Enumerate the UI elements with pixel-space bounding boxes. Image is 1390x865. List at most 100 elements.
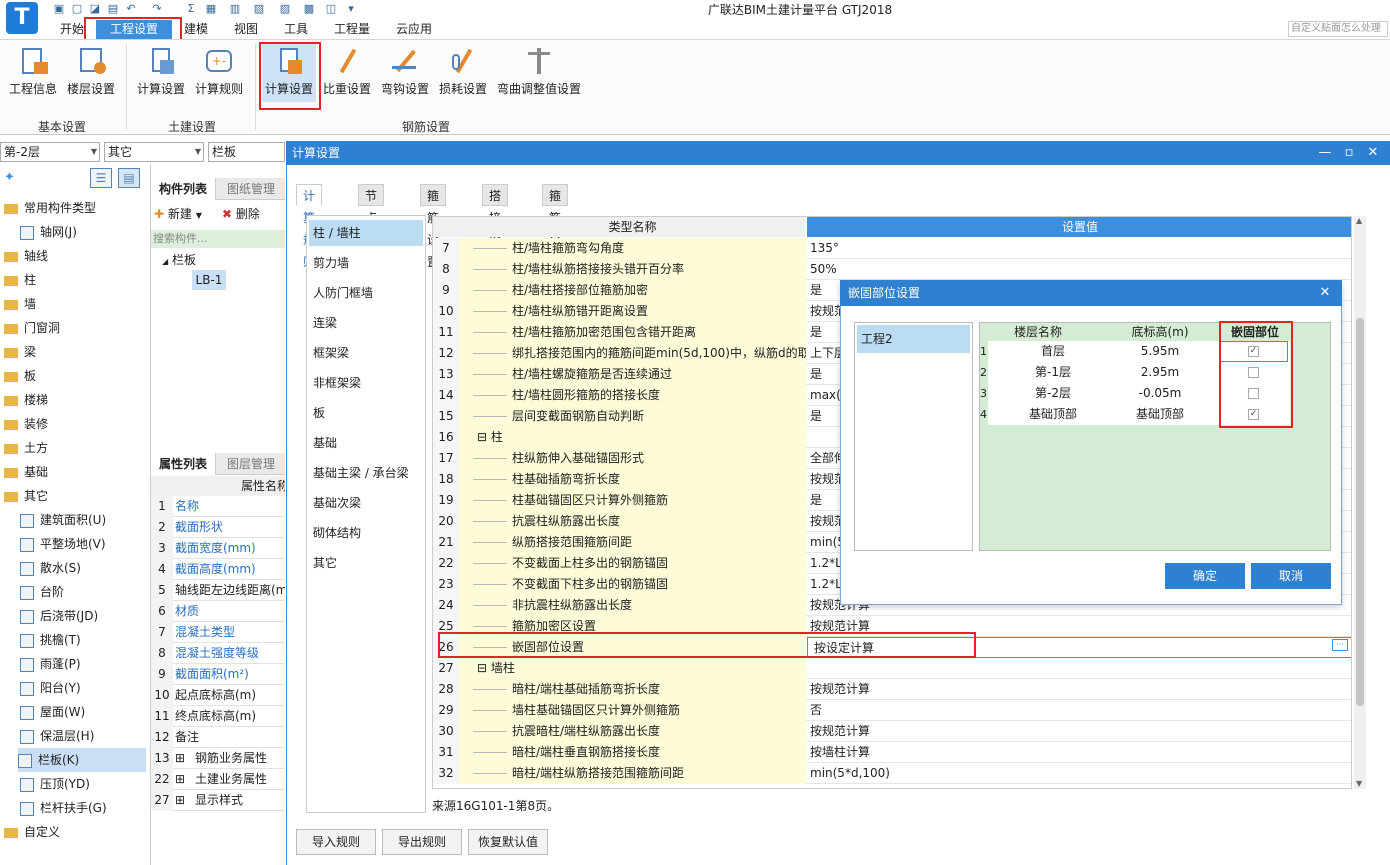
- expand-icon[interactable]: ⊞: [175, 748, 185, 769]
- view-icon[interactable]: ▧: [252, 2, 266, 16]
- tab-modeling[interactable]: 建模: [182, 20, 210, 39]
- delete-button[interactable]: ✖ 删除: [222, 205, 260, 223]
- tree-item-stair[interactable]: 楼梯: [4, 388, 48, 412]
- new-file-icon[interactable]: ▢: [70, 2, 84, 16]
- tree-item-parapet[interactable]: 栏板(K): [18, 748, 146, 772]
- category-masonry[interactable]: 砌体结构: [309, 520, 423, 546]
- tree-item-building-area[interactable]: 建筑面积(U): [20, 508, 106, 532]
- setting-value[interactable]: 按规范计算: [807, 679, 1351, 700]
- tab-tools[interactable]: 工具: [282, 20, 310, 39]
- expand-icon[interactable]: ⊞: [175, 790, 185, 811]
- add-icon[interactable]: ✦: [4, 170, 15, 185]
- setting-value[interactable]: 50%: [807, 259, 1351, 280]
- property-row[interactable]: 10 起点底标高(m): [151, 685, 285, 706]
- property-row[interactable]: ⊞ 22 土建业务属性: [151, 769, 285, 790]
- collapse-icon[interactable]: ⊟: [477, 661, 491, 675]
- category-frame-beam[interactable]: 框架梁: [309, 340, 423, 366]
- property-row[interactable]: ⊞ 13 钢筋业务属性: [151, 748, 285, 769]
- settings-row[interactable]: 30 抗震暗柱/端柱纵筋露出长度 按规范计算: [433, 721, 1351, 742]
- maximize-icon[interactable]: ▫: [1338, 141, 1360, 165]
- hook-settings-button[interactable]: 弯钩设置: [378, 44, 432, 102]
- settings-row[interactable]: 27 ⊟ 墙柱: [433, 658, 1351, 679]
- sum-icon[interactable]: Σ: [184, 2, 198, 16]
- settings-row[interactable]: 29 墙柱基础锚固区只计算外侧箍筋 否: [433, 700, 1351, 721]
- type-select[interactable]: 其它 ▼: [104, 142, 204, 162]
- open-folder-icon[interactable]: ◪: [88, 2, 102, 16]
- tree-item-beam[interactable]: 梁: [4, 340, 36, 364]
- category-other[interactable]: 其它: [309, 550, 423, 576]
- calc-icon[interactable]: ▦: [204, 2, 218, 16]
- more-options-icon[interactable]: ···: [1332, 639, 1348, 651]
- tree-item-column[interactable]: 柱: [4, 268, 36, 292]
- setting-value[interactable]: 按规范计算: [807, 721, 1351, 742]
- category-non-frame-beam[interactable]: 非框架梁: [309, 370, 423, 396]
- tab-stirrup-settings[interactable]: 箍筋设置: [420, 184, 447, 269]
- tree-item-cornice[interactable]: 挑檐(T): [20, 628, 81, 652]
- setting-value[interactable]: 否: [807, 700, 1351, 721]
- property-row[interactable]: 11 终点底标高(m): [151, 706, 285, 727]
- component-search-input[interactable]: 搜索构件...: [151, 230, 285, 248]
- settings-row[interactable]: 8 柱/墙柱纵筋搭接接头错开百分率 50%: [433, 259, 1351, 280]
- tree-item-post-pour[interactable]: 后浇带(JD): [20, 604, 98, 628]
- app-logo[interactable]: T: [6, 2, 38, 34]
- tree-item-railing[interactable]: 栏杆扶手(G): [20, 796, 107, 820]
- setting-value[interactable]: 按墙柱计算: [807, 742, 1351, 763]
- tab-quantity[interactable]: 工程量: [332, 20, 372, 39]
- report-icon[interactable]: ▥: [228, 2, 242, 16]
- tree-item-earthwork[interactable]: 土方: [4, 436, 48, 460]
- scroll-up-icon[interactable]: ▲: [1356, 216, 1362, 225]
- tab-start[interactable]: 开始: [58, 20, 86, 39]
- category-foundation[interactable]: 基础: [309, 430, 423, 456]
- category-civil-defense-wall[interactable]: 人防门框墙: [309, 280, 423, 306]
- search-input[interactable]: 自定义贴面怎么处理: [1288, 21, 1388, 37]
- property-row[interactable]: 3 截面宽度(mm): [151, 538, 285, 559]
- tree-item-wall[interactable]: 墙: [4, 292, 36, 316]
- tab-stirrup-formula[interactable]: 箍筋公式: [542, 184, 569, 269]
- project-item[interactable]: 工程2: [857, 325, 970, 353]
- category-coupling-beam[interactable]: 连梁: [309, 310, 423, 336]
- tree-item-steps[interactable]: 台阶: [20, 580, 64, 604]
- tab-drawing-manage[interactable]: 图纸管理: [219, 178, 283, 200]
- settings-row[interactable]: 31 暗柱/端柱垂直钢筋搭接长度 按墙柱计算: [433, 742, 1351, 763]
- property-row[interactable]: 1 名称: [151, 496, 285, 517]
- redo-icon[interactable]: ↷: [150, 2, 164, 16]
- property-row[interactable]: ⊞ 27 显示样式: [151, 790, 285, 811]
- export-rules-button[interactable]: 导出规则: [382, 829, 462, 855]
- tree-item-roof[interactable]: 屋面(W): [20, 700, 85, 724]
- tree-item-slab[interactable]: 板: [4, 364, 36, 388]
- detail-view-icon[interactable]: ▤: [118, 168, 140, 188]
- tree-item-insulation[interactable]: 保温层(H): [20, 724, 94, 748]
- cancel-button[interactable]: 取消: [1251, 563, 1331, 589]
- tool-icon[interactable]: ◫: [324, 2, 338, 16]
- undo-icon[interactable]: ↶: [124, 2, 138, 16]
- project-info-button[interactable]: 工程信息: [6, 44, 60, 102]
- property-row[interactable]: 8 混凝土强度等级: [151, 643, 285, 664]
- dropdown-icon[interactable]: ▾: [344, 2, 358, 16]
- grid-scrollbar-thumb[interactable]: [1356, 318, 1364, 706]
- tree-item-axis[interactable]: 轴线: [4, 244, 48, 268]
- close-icon[interactable]: ✕: [1314, 280, 1336, 306]
- tree-item-coping[interactable]: 压顶(YD): [20, 772, 90, 796]
- settings-row[interactable]: 7 柱/墙柱箍筋弯勾角度 135°: [433, 238, 1351, 259]
- save-icon[interactable]: ▣: [52, 2, 66, 16]
- floor-settings-button[interactable]: 楼层设置: [64, 44, 118, 102]
- tab-cloud[interactable]: 云应用: [394, 20, 434, 39]
- density-settings-button[interactable]: 比重设置: [320, 44, 374, 102]
- property-row[interactable]: 6 材质: [151, 601, 285, 622]
- tab-component-list[interactable]: 构件列表: [151, 178, 217, 200]
- settings-row[interactable]: 32 暗柱/端柱纵筋搭接范围箍筋间距 min(5*d,100): [433, 763, 1351, 784]
- new-button[interactable]: ✚ 新建 ▼: [154, 205, 202, 225]
- property-row[interactable]: 5 轴线距左边线距离(m: [151, 580, 285, 601]
- grid-icon[interactable]: ▩: [302, 2, 316, 16]
- property-row[interactable]: 7 混凝土类型: [151, 622, 285, 643]
- restore-defaults-button[interactable]: 恢复默认值: [468, 829, 548, 855]
- tree-item-site-leveling[interactable]: 平整场地(V): [20, 532, 106, 556]
- category-foundation-secondary-beam[interactable]: 基础次梁: [309, 490, 423, 516]
- tree-item-apron[interactable]: 散水(S): [20, 556, 81, 580]
- scroll-down-icon[interactable]: ▼: [1356, 779, 1362, 788]
- tree-item-other[interactable]: 其它: [4, 484, 48, 508]
- property-row[interactable]: 4 截面高度(mm): [151, 559, 285, 580]
- setting-value[interactable]: 135°: [807, 238, 1351, 259]
- tree-item-axis-net[interactable]: 轴网(J): [20, 220, 77, 244]
- comp-tree-parapet[interactable]: ◢ 栏板: [162, 251, 196, 268]
